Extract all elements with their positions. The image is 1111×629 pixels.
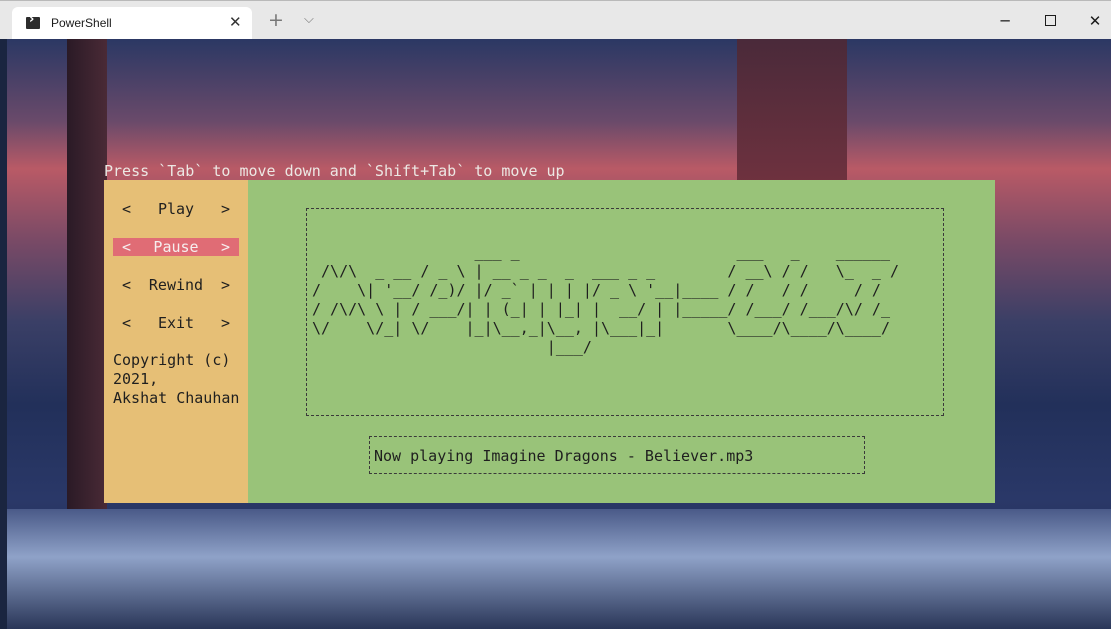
chevron-down-icon[interactable]: ⌵ (304, 12, 314, 27)
now-playing-box: Now playing Imagine Dragons - Believer.m… (369, 436, 865, 474)
title-bar: PowerShell ✕ + ⌵ ─ ✕ (0, 0, 1111, 40)
copyright-text: Copyright (c) 2021, Akshat Chauhan (113, 351, 240, 407)
new-tab-button[interactable]: + (268, 10, 284, 30)
tab-close-icon[interactable]: ✕ (229, 13, 242, 31)
powershell-icon (26, 12, 40, 29)
minimize-button[interactable]: ─ (982, 1, 1028, 40)
play-button[interactable]: < Play > (113, 200, 239, 218)
tab-title: PowerShell (51, 16, 112, 30)
maximize-button[interactable] (1027, 1, 1073, 40)
ascii-banner-box: ___ _ ___ _ ______ /\/\ _ __ / _ \ | __ … (306, 208, 944, 416)
music-player-app: < Play > < Pause > < Rewind > < Exit > C… (104, 180, 995, 503)
right-arrow-icon: > (220, 238, 230, 256)
exit-button[interactable]: < Exit > (113, 314, 239, 332)
maximize-icon (1044, 15, 1056, 26)
pause-button[interactable]: < Pause > (113, 238, 239, 256)
ascii-banner: ___ _ ___ _ ______ /\/\ _ __ / _ \ | __ … (312, 243, 899, 356)
background-tree (67, 39, 107, 629)
sidebar: < Play > < Pause > < Rewind > < Exit > C… (104, 180, 248, 503)
rewind-button[interactable]: < Rewind > (113, 276, 239, 294)
right-arrow-icon: > (220, 276, 230, 294)
main-panel: ___ _ ___ _ ______ /\/\ _ __ / _ \ | __ … (248, 180, 995, 503)
close-window-button[interactable]: ✕ (1072, 1, 1111, 40)
tab-powershell[interactable]: PowerShell ✕ (12, 7, 252, 40)
now-playing-text: Now playing Imagine Dragons - Believer.m… (374, 447, 754, 465)
right-arrow-icon: > (220, 200, 230, 218)
keyboard-hint: Press `Tab` to move down and `Shift+Tab`… (104, 162, 565, 180)
right-arrow-icon: > (220, 314, 230, 332)
